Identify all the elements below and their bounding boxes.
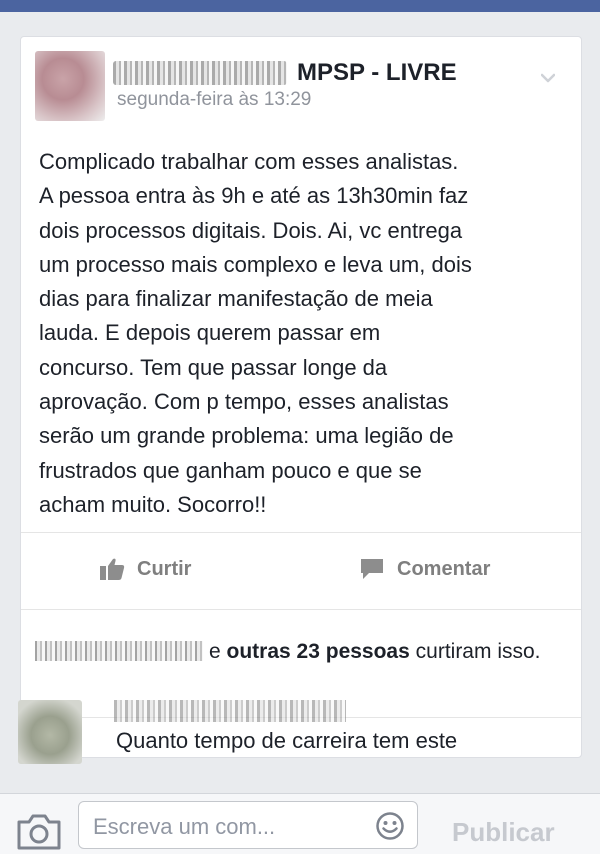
thumbs-up-icon xyxy=(100,558,125,580)
camera-icon[interactable] xyxy=(16,814,62,850)
post-text-line: concurso. Tem que passar longe da xyxy=(39,354,388,380)
group-name[interactable]: MPSP - LIVRE xyxy=(297,59,457,87)
divider xyxy=(21,609,581,610)
likes-summary[interactable]: e outras 23 pessoas curtiram isso. xyxy=(35,637,565,667)
commenter-name-redacted xyxy=(114,700,346,722)
divider xyxy=(21,532,581,533)
like-button[interactable]: Curtir xyxy=(99,557,191,581)
liker-names-redacted xyxy=(35,641,203,661)
post-text-line: A pessoa entra às 9h e até as 13h30min f… xyxy=(39,183,469,209)
comment-bubble-icon xyxy=(361,559,383,579)
top-navigation-bar xyxy=(0,0,600,12)
comment-input-placeholder: Escreva um com... xyxy=(93,814,276,839)
post-text-line: dias para finalizar manifestação de meia xyxy=(39,286,433,312)
post-text-line: Complicado trabalhar com esses analistas… xyxy=(39,149,459,174)
post-card: MPSP - LIVRE segunda-feira às 13:29 Comp… xyxy=(20,36,582,758)
post-body: Complicado trabalhar com esses analistas… xyxy=(39,145,559,522)
post-text-line: lauda. E depois querem passar em xyxy=(39,320,381,346)
like-label: Curtir xyxy=(137,557,192,580)
post-text-line: frustrados que ganham pouco e que se xyxy=(39,457,422,483)
comment-label: Comentar xyxy=(397,557,491,580)
comment-input[interactable]: Escreva um com... xyxy=(78,801,418,849)
comment-text: Quanto tempo de carreira tem este xyxy=(116,728,458,753)
likes-suffix: curtiram isso. xyxy=(415,640,541,663)
post-text-line: serão um grande problema: uma legião de xyxy=(39,423,454,449)
smiley-icon[interactable] xyxy=(375,811,405,841)
post-text-line: dois processos digitais. Dois. Ai, vc en… xyxy=(39,217,463,243)
likes-prefix: e xyxy=(209,640,221,663)
comment-composer: Escreva um com... Publicar xyxy=(0,793,600,854)
likes-others-count[interactable]: outras 23 pessoas xyxy=(227,640,410,663)
post-text-line: um processo mais complexo e leva um, doi… xyxy=(39,251,472,277)
commenter-avatar[interactable] xyxy=(18,700,82,764)
post-text-line: aprovação. Com p tempo, esses analistas xyxy=(39,389,449,415)
publish-button[interactable]: Publicar xyxy=(452,817,555,848)
chevron-down-icon[interactable] xyxy=(541,71,555,85)
post-text-line: acham muito. Socorro!! xyxy=(39,491,267,517)
comment-button[interactable]: Comentar xyxy=(359,557,490,581)
author-avatar[interactable] xyxy=(35,51,105,121)
post-timestamp[interactable]: segunda-feira às 13:29 xyxy=(117,89,311,111)
author-name-redacted xyxy=(113,61,287,85)
